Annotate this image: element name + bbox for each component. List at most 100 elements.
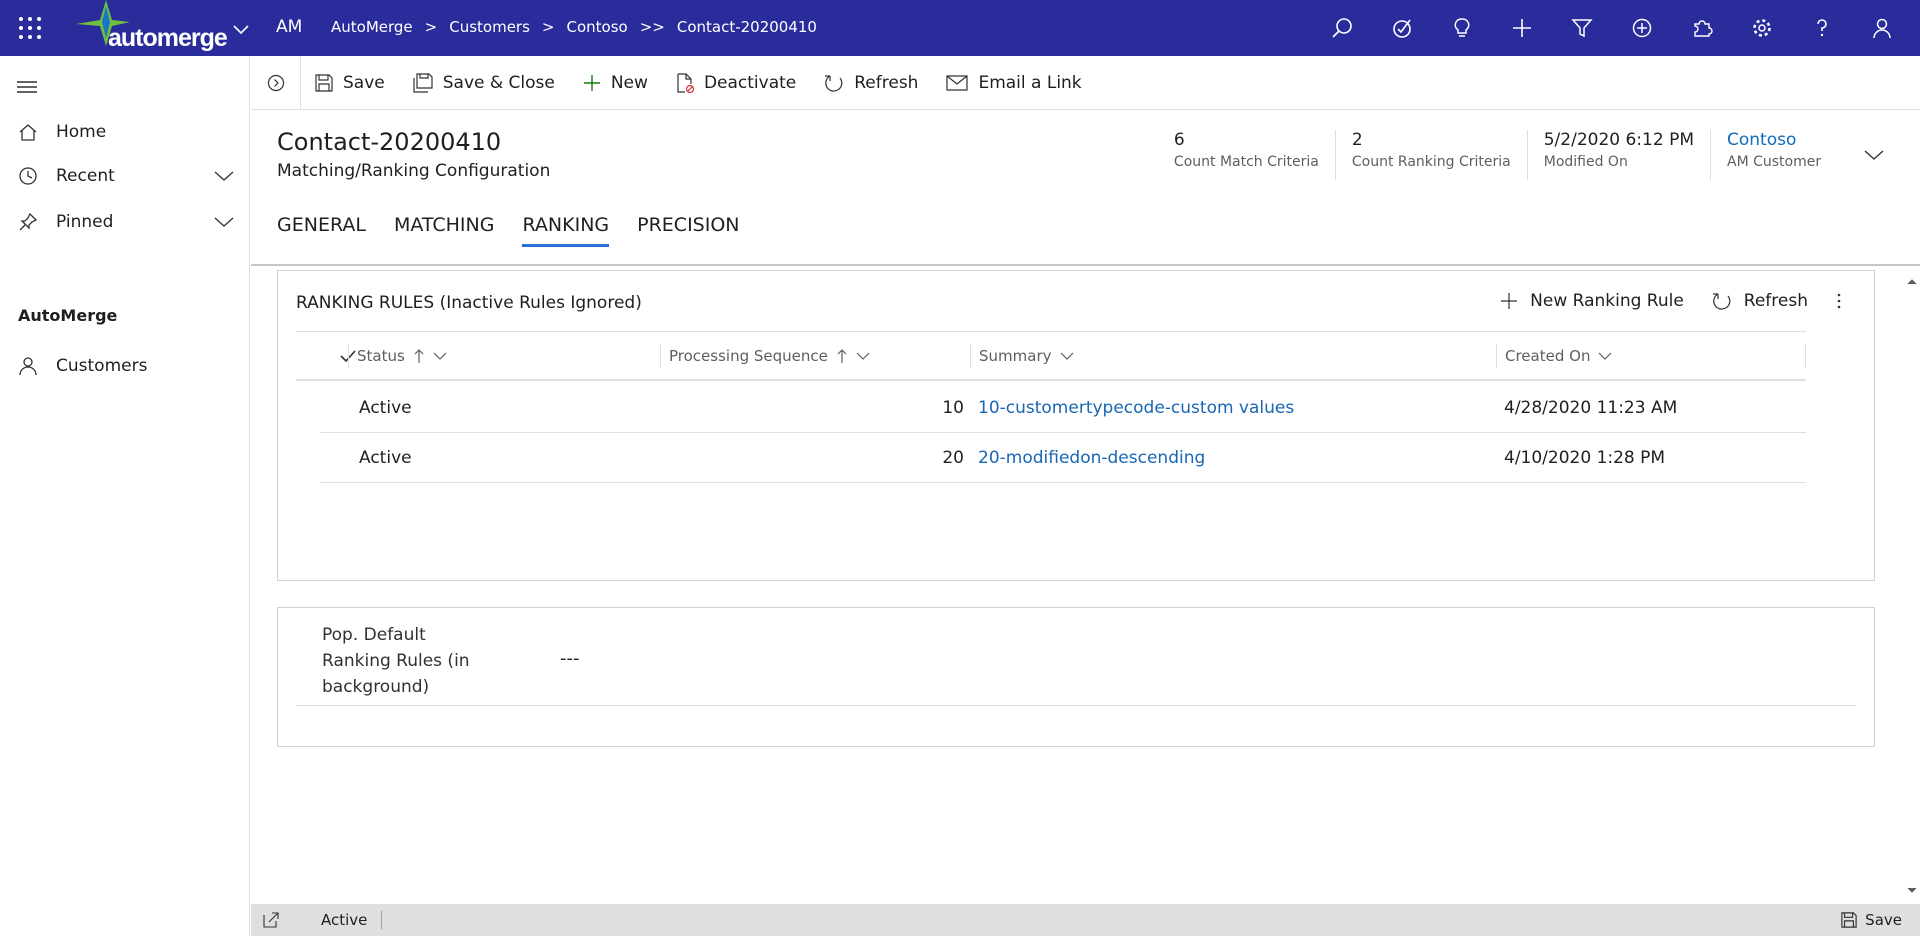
nav-item-label: Recent [56, 166, 115, 186]
save-icon [1841, 912, 1857, 928]
header-field-count-ranking: 2 Count Ranking Criteria [1334, 130, 1527, 180]
user-icon[interactable] [1852, 0, 1912, 56]
filter-icon[interactable] [1552, 0, 1612, 56]
email-link-label: Email a Link [978, 72, 1082, 93]
plus-icon [1501, 293, 1518, 309]
lightbulb-icon[interactable] [1432, 0, 1492, 56]
circle-plus-icon[interactable] [1612, 0, 1672, 56]
top-bar-actions [1312, 0, 1912, 56]
subgrid-title: RANKING RULES (Inactive Rules Ignored) [296, 293, 642, 313]
cell-status: Active [359, 448, 412, 468]
new-button[interactable]: New [569, 56, 662, 110]
status-bar: Active Save [251, 904, 1920, 936]
nav-item-label: Home [56, 122, 107, 142]
gear-icon[interactable] [1732, 0, 1792, 56]
plus-icon [583, 74, 600, 91]
breadcrumb-customers[interactable]: Customers [449, 18, 530, 36]
save-label: Save [343, 72, 385, 93]
breadcrumb-record[interactable]: Contact-20200410 [677, 18, 817, 36]
table-row[interactable]: Active 10 10-customertypecode-custom val… [320, 383, 1806, 433]
header-field-modified-on: 5/2/2020 6:12 PM Modified On [1526, 130, 1710, 180]
open-in-new-window-icon[interactable] [251, 912, 291, 928]
task-icon[interactable] [1372, 0, 1432, 56]
breadcrumb: AutoMerge > Customers > Contoso >> Conta… [331, 18, 817, 36]
nav-item-home[interactable]: Home [0, 110, 250, 154]
chevron-down-icon [433, 352, 447, 360]
grid-header: Status Processing Sequence Summary Creat… [296, 331, 1806, 381]
refresh-icon [1712, 293, 1731, 310]
vertical-scrollbar[interactable] [1904, 268, 1920, 904]
tab-precision[interactable]: PRECISION [637, 214, 739, 247]
command-bar: Save Save & Close New Deactivate Refresh… [251, 55, 1920, 110]
column-header-label: Status [357, 347, 405, 365]
save-button[interactable]: Save [301, 56, 399, 110]
cell-sequence: 10 [942, 398, 964, 418]
clock-icon [0, 166, 56, 186]
statusbar-save-label: Save [1865, 911, 1902, 929]
chevron-right-icon: > [424, 18, 438, 36]
deactivate-button[interactable]: Deactivate [662, 56, 810, 110]
double-chevron-right-icon: >> [639, 18, 665, 36]
save-icon [315, 73, 333, 92]
help-icon[interactable] [1792, 0, 1852, 56]
cell-created-on: 4/28/2020 11:23 AM [1504, 398, 1678, 418]
sort-ascending-icon [414, 349, 424, 363]
more-options-icon[interactable] [1836, 291, 1854, 311]
nav-item-pinned[interactable]: Pinned [0, 200, 250, 244]
am-customer-link[interactable]: Contoso [1727, 130, 1834, 150]
nav-item-recent[interactable]: Recent [0, 154, 250, 198]
breadcrumb-contoso[interactable]: Contoso [567, 18, 628, 36]
table-row[interactable]: Active 20 20-modifiedon-descending 4/10/… [320, 433, 1806, 483]
refresh-icon [825, 74, 843, 92]
expand-icon[interactable] [251, 55, 301, 110]
search-icon[interactable] [1312, 0, 1372, 56]
header-field-am-customer: Contoso AM Customer [1710, 130, 1850, 180]
save-and-close-button[interactable]: Save & Close [399, 56, 569, 110]
new-ranking-rule-label: New Ranking Rule [1530, 291, 1684, 311]
record-tabs: GENERAL MATCHING RANKING PRECISION [277, 214, 768, 247]
app-logo[interactable]: automerge [108, 24, 228, 53]
column-header-processing-sequence[interactable]: Processing Sequence [660, 344, 870, 368]
chevron-down-icon [1060, 352, 1073, 360]
header-fields: 6 Count Match Criteria 2 Count Ranking C… [1158, 130, 1898, 180]
email-icon [946, 74, 969, 91]
record-subtitle: Matching/Ranking Configuration [277, 161, 551, 181]
email-link-button[interactable]: Email a Link [932, 56, 1095, 110]
chevron-down-icon[interactable] [214, 214, 234, 230]
header-field-label: Modified On [1543, 154, 1628, 170]
new-ranking-rule-button[interactable]: New Ranking Rule [1500, 291, 1684, 311]
refresh-button[interactable]: Refresh [810, 56, 932, 110]
hamburger-menu-icon[interactable] [16, 76, 38, 98]
column-header-created-on[interactable]: Created On [1496, 344, 1806, 368]
chevron-down-icon[interactable] [232, 20, 250, 38]
subgrid-refresh-label: Refresh [1743, 291, 1808, 311]
header-expand-chevron-icon[interactable] [1850, 130, 1898, 180]
column-header-label: Summary [979, 347, 1052, 365]
tab-general[interactable]: GENERAL [277, 214, 366, 247]
column-header-status[interactable]: Status [348, 344, 447, 368]
chevron-down-icon[interactable] [214, 168, 234, 184]
tab-ranking[interactable]: RANKING [522, 214, 610, 247]
subgrid-commands: New Ranking Rule Refresh [1472, 283, 1854, 319]
subgrid-refresh-button[interactable]: Refresh [1712, 291, 1808, 311]
puzzle-icon[interactable] [1672, 0, 1732, 56]
breadcrumb-automerge[interactable]: AutoMerge [331, 18, 413, 36]
pop-default-ranking-value[interactable]: --- [560, 648, 580, 669]
save-close-icon [413, 72, 433, 93]
app-launcher-icon[interactable] [18, 16, 42, 40]
cell-summary-link[interactable]: 20-modifiedon-descending [978, 433, 1205, 483]
statusbar-save-button[interactable]: Save [1841, 911, 1902, 929]
pin-icon [0, 212, 56, 232]
header-field-label: AM Customer [1727, 154, 1822, 170]
cell-summary-link[interactable]: 10-customertypecode-custom values [978, 383, 1294, 433]
top-bar: automerge AM AutoMerge > Customers > Con… [0, 0, 1920, 56]
column-header-label: Created On [1505, 347, 1591, 365]
header-field-count-match: 6 Count Match Criteria [1158, 130, 1335, 180]
plus-icon[interactable] [1492, 0, 1552, 56]
tab-matching[interactable]: MATCHING [394, 214, 495, 247]
column-header-summary[interactable]: Summary [970, 344, 1074, 368]
nav-group-title: AutoMerge [18, 306, 118, 325]
nav-item-customers[interactable]: Customers [0, 344, 250, 388]
sort-ascending-icon [837, 349, 847, 363]
app-abbreviation[interactable]: AM [276, 17, 302, 37]
